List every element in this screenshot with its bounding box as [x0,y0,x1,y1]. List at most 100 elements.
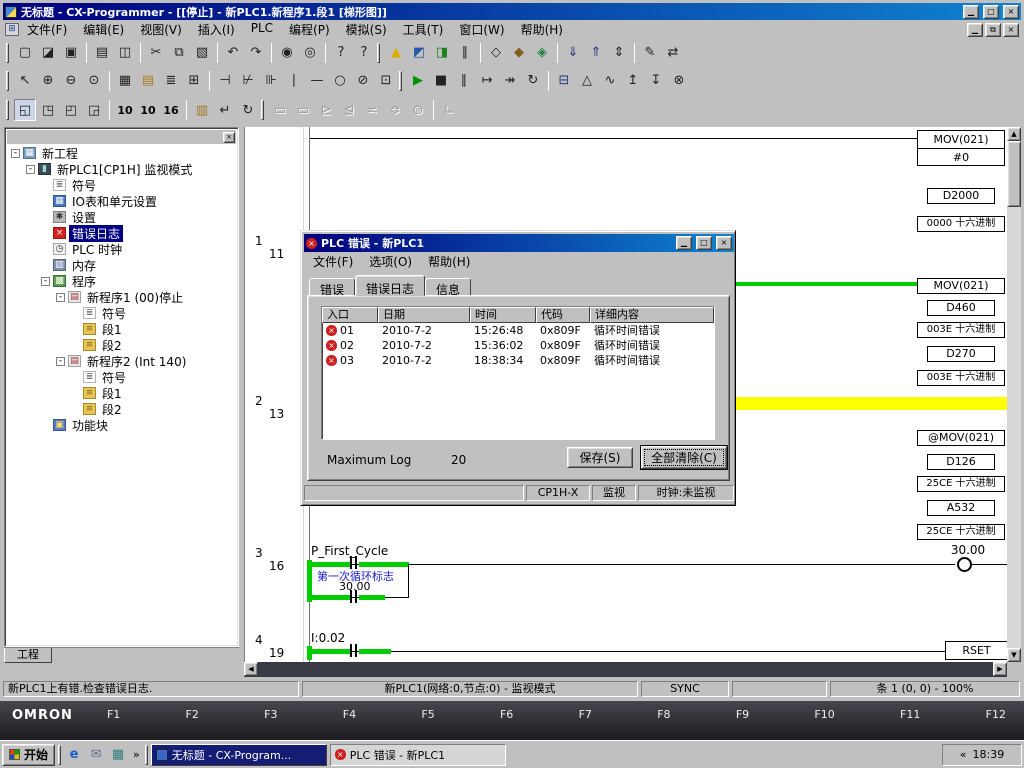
scroll-right-icon[interactable]: ▶ [993,662,1007,676]
menu-PLC[interactable]: PLC [243,19,281,40]
tree-item-符号[interactable]: ≣符号 [7,305,236,321]
step-over-icon[interactable]: ↠ [499,70,521,92]
view-output-window-icon[interactable]: ◳ [37,99,59,121]
monitor-mode-icon[interactable]: ◨ [431,42,453,64]
rung-comment-icon[interactable]: ↵ [214,99,236,121]
horizontal-scrollbar[interactable]: ◀ ▶ [244,662,1007,677]
local-symbols-icon[interactable]: ≣ [160,70,182,92]
column-header-日期[interactable]: 日期 [378,307,470,323]
tree-expander-icon[interactable]: - [56,357,65,366]
pause-icon[interactable]: ∥ [453,70,475,92]
tree-item-符号[interactable]: ≣符号 [7,177,236,193]
data-trace-icon[interactable]: ∿ [599,70,621,92]
force-off-icon[interactable]: ↧ [645,70,667,92]
transfer-settings-icon[interactable]: ⇄ [662,42,684,64]
stop-icon[interactable]: ■ [430,70,452,92]
debug-mode-icon[interactable]: ◆ [508,42,530,64]
new-or-contact-icon[interactable]: ⊪ [260,70,282,92]
view-overview-icon[interactable]: ◲ [83,99,105,121]
monitor-signed-decimal-button[interactable]: 10 [137,99,159,121]
corner-tool-icon[interactable]: ∟ [438,99,460,121]
clear-forces-icon[interactable]: ⊗ [668,70,690,92]
new-instruction-icon[interactable]: ⊡ [375,70,397,92]
error-log-row[interactable]: ×022010-7-215:36:020x809F循环时间错误 [322,338,714,353]
print-preview-icon[interactable]: ◫ [114,42,136,64]
run-mode-icon[interactable]: ◈ [531,42,553,64]
quicklaunch-overflow-icon[interactable]: » [131,748,142,761]
download-to-plc-icon[interactable]: ⇓ [562,42,584,64]
operand-box[interactable]: D460 [927,300,995,316]
tree-item-段2[interactable]: ≡段2 [7,401,236,417]
tray-chevron-icon[interactable]: « [960,748,967,761]
view-watch-window-icon[interactable]: ◰ [60,99,82,121]
compare-with-plc-icon[interactable]: ⇕ [608,42,630,64]
upload-from-plc-icon[interactable]: ⇑ [585,42,607,64]
scroll-up-icon[interactable]: ▲ [1007,127,1021,141]
address-comment-icon[interactable]: ▥ [191,99,213,121]
mdi-minimize-icon[interactable]: ▁ [967,23,983,37]
tree-item-程序[interactable]: -▩程序 [7,273,236,289]
menu-窗口(W)[interactable]: 窗口(W) [451,19,512,40]
menu-编辑(E)[interactable]: 编辑(E) [75,19,132,40]
instruction-box[interactable]: RSET [945,641,1007,660]
error-log-list[interactable]: 入口日期时间代码详细内容 ×012010-7-215:26:480x809F循环… [321,306,715,440]
new-file-icon[interactable]: ▢ [14,42,36,64]
column-header-入口[interactable]: 入口 [322,307,378,323]
menu-插入(I)[interactable]: 插入(I) [190,19,243,40]
cross-reference-icon[interactable]: ⊞ [183,70,205,92]
tree-expander-icon[interactable]: - [56,293,65,302]
symbol-table-icon[interactable]: ▤ [137,70,159,92]
trace-read-icon[interactable]: ≍ [361,99,383,121]
menu-文件(F)[interactable]: 文件(F) [305,251,361,272]
zoom-fit-icon[interactable]: ⊙ [83,70,105,92]
differential-monitor-icon[interactable]: △ [576,70,598,92]
d#ialog-titlebar[interactable]: × PLC 错误 - 新PLC1 ▁ □ × [304,234,734,252]
operand-box[interactable]: A532 [927,500,995,516]
save-icon[interactable]: ▣ [60,42,82,64]
menu-视图(V)[interactable]: 视图(V) [132,19,190,40]
step-run-icon[interactable]: ↦ [476,70,498,92]
tree-expander-icon[interactable]: - [11,149,20,158]
work-online-icon[interactable]: ◩ [408,42,430,64]
new-contact-icon[interactable]: ⊣ [214,70,236,92]
tree-item-IO表和单元设置[interactable]: ▦IO表和单元设置 [7,193,236,209]
dialog-close-icon[interactable]: × [716,236,732,250]
column-header-代码[interactable]: 代码 [536,307,590,323]
menu-编程(P)[interactable]: 编程(P) [281,19,338,40]
scrollbar-thumb[interactable] [1007,141,1021,207]
save-button[interactable]: 保存(S) [567,447,633,468]
replace-icon[interactable]: ◎ [299,42,321,64]
error-log-row[interactable]: ×032010-7-218:38:340x809F循环时间错误 [322,353,714,368]
minimize-icon[interactable]: ▁ [963,5,979,19]
output-coil[interactable] [957,557,972,572]
contact-bar[interactable] [355,644,357,657]
maximize-icon[interactable]: □ [983,5,999,19]
tree-item-段2[interactable]: ≡段2 [7,337,236,353]
update-monitor-icon[interactable]: ↻ [237,99,259,121]
view-project-window-icon[interactable]: ◱ [14,99,36,121]
task-button-cx-programmer[interactable]: 无标题 - CX-Program... [151,744,327,766]
tree-item-新工程[interactable]: -▦新工程 [7,145,236,161]
vertical-line-icon[interactable]: ∣ [283,70,305,92]
pause-monitor-icon[interactable]: ∥ [454,42,476,64]
tree-item-功能块[interactable]: ▣功能块 [7,417,236,433]
run-icon[interactable]: ▶ [407,70,429,92]
column-header-详细内容[interactable]: 详细内容 [590,307,714,323]
compile-icon[interactable]: ▲ [385,42,407,64]
tree-expander-icon[interactable]: - [26,165,35,174]
copy-icon[interactable]: ⧉ [168,42,190,64]
instruction-title[interactable]: @MOV(021) [917,430,1005,446]
trace-chart-icon[interactable]: ⊜ [407,99,429,121]
tab-project[interactable]: 工程 [4,648,52,663]
operand-box[interactable]: D126 [927,454,995,470]
tree-expander-icon[interactable]: - [41,277,50,286]
print-icon[interactable]: ▤ [91,42,113,64]
pane-close-icon[interactable]: × [223,132,235,143]
reset-icon[interactable]: ↻ [522,70,544,92]
vertical-scrollbar[interactable]: ▲ ▼ [1007,127,1021,662]
quicklaunch-ie-icon[interactable]: e [64,745,84,765]
operand-box[interactable]: D270 [927,346,995,362]
mdi-child-icon[interactable]: ⊞ [5,23,19,36]
menu-帮助(H)[interactable]: 帮助(H) [513,19,571,40]
open-file-icon[interactable]: ◪ [37,42,59,64]
